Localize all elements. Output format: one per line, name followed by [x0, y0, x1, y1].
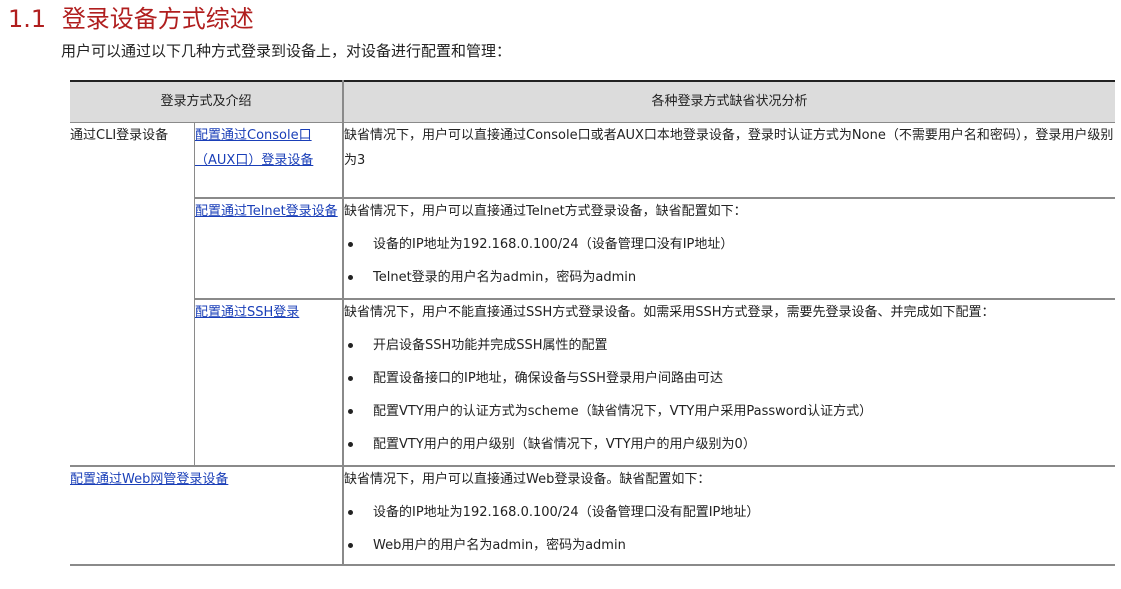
- table-row-console: 通过CLI登录设备 配置通过Console口（AUX口）登录设备 缺省情况下，用…: [70, 122, 1115, 467]
- login-methods-table: 登录方式及介绍 各种登录方式缺省状况分析 通过CLI登录设备 配置通过Conso…: [70, 80, 1115, 566]
- table-header-row: 登录方式及介绍 各种登录方式缺省状况分析: [70, 80, 1115, 123]
- console-analysis-text: 缺省情况下，用户可以直接通过Console口或者AUX口本地登录设备，登录时认证…: [344, 128, 1114, 168]
- intro-paragraph: 用户可以通过以下几种方式登录到设备上，对设备进行配置和管理：: [61, 42, 512, 60]
- telnet-analysis-text: 缺省情况下，用户可以直接通过Telnet方式登录设备，缺省配置如下：: [344, 204, 747, 219]
- web-analysis-cell: 缺省情况下，用户可以直接通过Web登录设备。缺省配置如下： 设备的IP地址为19…: [343, 466, 1115, 566]
- list-item: 配置VTY用户的认证方式为scheme（缺省情况下，VTY用户采用Passwor…: [344, 399, 1115, 424]
- web-analysis-text: 缺省情况下，用户可以直接通过Web登录设备。缺省配置如下：: [344, 472, 711, 487]
- web-link-cell: 配置通过Web网管登录设备: [70, 466, 344, 566]
- section-number: 1.1: [8, 5, 47, 33]
- table-row-ssh: 配置通过SSH登录 缺省情况下，用户不能直接通过SSH方式登录设备。如需采用SS…: [70, 299, 1115, 467]
- ssh-bullet-list: 开启设备SSH功能并完成SSH属性的配置 配置设备接口的IP地址，确保设备与SS…: [344, 333, 1115, 457]
- bullet-icon: [348, 242, 353, 247]
- ssh-analysis-text: 缺省情况下，用户不能直接通过SSH方式登录设备。如需采用SSH方式登录，需要先登…: [344, 305, 995, 320]
- telnet-link-cell: 配置通过Telnet登录设备: [194, 198, 344, 300]
- web-login-link[interactable]: 配置通过Web网管登录设备: [70, 472, 228, 487]
- bullet-icon: [348, 543, 353, 548]
- section-heading: 1.1 登录设备方式综述: [8, 3, 254, 35]
- ssh-link-cell: 配置通过SSH登录: [194, 299, 344, 467]
- ssh-login-link[interactable]: 配置通过SSH登录: [195, 305, 299, 320]
- header-default-analysis: 各种登录方式缺省状况分析: [343, 80, 1115, 123]
- list-item: 设备的IP地址为192.168.0.100/24（设备管理口没有IP地址）: [344, 232, 1115, 257]
- bullet-icon: [348, 442, 353, 447]
- bullet-icon: [348, 275, 353, 280]
- list-item: 配置VTY用户的用户级别（缺省情况下，VTY用户的用户级别为0）: [344, 432, 1115, 457]
- telnet-analysis-cell: 缺省情况下，用户可以直接通过Telnet方式登录设备，缺省配置如下： 设备的IP…: [343, 198, 1115, 300]
- list-item: 配置设备接口的IP地址，确保设备与SSH登录用户间路由可达: [344, 366, 1115, 391]
- table-row-telnet: 配置通过Telnet登录设备 缺省情况下，用户可以直接通过Telnet方式登录设…: [70, 198, 1115, 300]
- bullet-icon: [348, 376, 353, 381]
- console-analysis-cell: 缺省情况下，用户可以直接通过Console口或者AUX口本地登录设备，登录时认证…: [343, 122, 1115, 199]
- list-item: 开启设备SSH功能并完成SSH属性的配置: [344, 333, 1115, 358]
- section-title: 登录设备方式综述: [61, 5, 254, 33]
- telnet-bullet-list: 设备的IP地址为192.168.0.100/24（设备管理口没有IP地址） Te…: [344, 232, 1115, 290]
- bullet-icon: [348, 409, 353, 414]
- header-login-method: 登录方式及介绍: [70, 80, 344, 123]
- console-login-link[interactable]: 配置通过Console口（AUX口）登录设备: [195, 128, 313, 168]
- bullet-icon: [348, 343, 353, 348]
- list-item: 设备的IP地址为192.168.0.100/24（设备管理口没有配置IP地址）: [344, 500, 1115, 525]
- ssh-analysis-cell: 缺省情况下，用户不能直接通过SSH方式登录设备。如需采用SSH方式登录，需要先登…: [343, 299, 1115, 467]
- table-row-web: 配置通过Web网管登录设备 缺省情况下，用户可以直接通过Web登录设备。缺省配置…: [70, 466, 1115, 566]
- bullet-icon: [348, 510, 353, 515]
- list-item: Telnet登录的用户名为admin，密码为admin: [344, 265, 1115, 290]
- console-link-cell: 配置通过Console口（AUX口）登录设备: [194, 122, 344, 199]
- cli-group-label: 通过CLI登录设备: [70, 128, 169, 143]
- telnet-login-link[interactable]: 配置通过Telnet登录设备: [195, 204, 338, 219]
- cli-group-cell: 通过CLI登录设备: [70, 122, 195, 467]
- list-item: Web用户的用户名为admin，密码为admin: [344, 533, 1115, 558]
- web-bullet-list: 设备的IP地址为192.168.0.100/24（设备管理口没有配置IP地址） …: [344, 500, 1115, 558]
